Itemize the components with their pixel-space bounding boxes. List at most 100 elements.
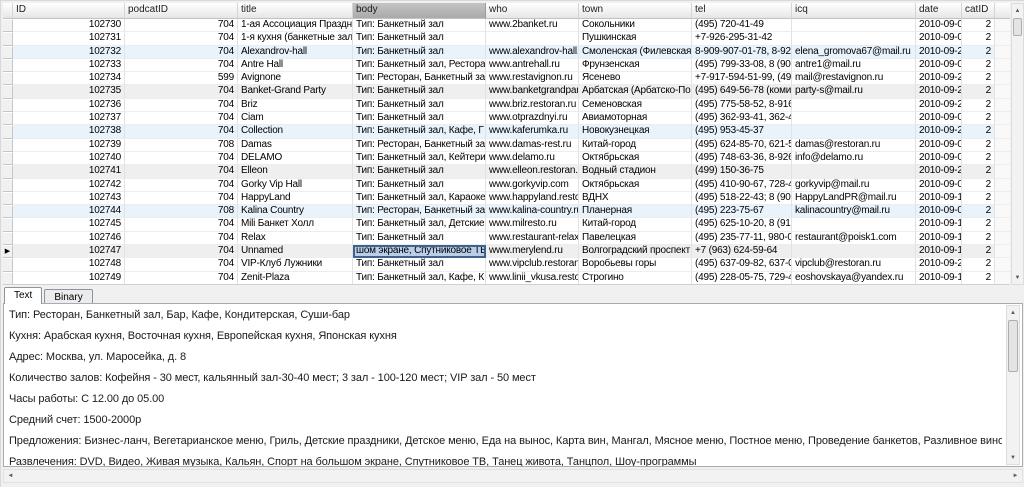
grid-cell-tel[interactable]: (495) 518-22-43; 8 (906) 066- bbox=[692, 191, 792, 206]
grid-cell-who[interactable]: www.happyland.restoran.ru bbox=[486, 191, 579, 206]
grid-cell-podcatID[interactable]: 704 bbox=[125, 125, 238, 139]
grid-cell-icq[interactable] bbox=[792, 245, 916, 259]
grid-cell-id[interactable]: 102741 bbox=[13, 165, 125, 179]
grid-cell-title[interactable]: Relax bbox=[238, 231, 353, 246]
tab-binary[interactable]: Binary bbox=[44, 289, 93, 304]
detail-text-pane[interactable]: Тип: Ресторан, Банкетный зал, Бар, Кафе,… bbox=[3, 303, 1023, 467]
row-marker[interactable] bbox=[3, 85, 13, 99]
grid-cell-title[interactable]: Ciam bbox=[238, 112, 353, 126]
grid-cell-date[interactable]: 2010-09-11 bbox=[916, 191, 962, 206]
grid-cell-date[interactable]: 2010-09-23 bbox=[916, 258, 962, 272]
grid-cell-icq[interactable]: kalinacountry@mail.ru bbox=[792, 205, 916, 219]
grid-cell-tel[interactable]: (495) 953-45-37 bbox=[692, 125, 792, 139]
grid-cell-body[interactable]: Тип: Банкетный зал bbox=[353, 112, 486, 126]
column-header-id[interactable]: ID bbox=[13, 3, 125, 19]
grid-cell-body[interactable]: Тип: Банкетный зал bbox=[353, 178, 486, 192]
grid-cell-id[interactable]: 102730 bbox=[13, 19, 125, 33]
grid-cell-icq[interactable]: HappyLandPR@mail.ru bbox=[792, 191, 916, 206]
table-row[interactable]: 102742 704 Gorky Vip Hall Тип: Банкетный за… bbox=[3, 178, 1010, 192]
grid-cell-podcatID[interactable]: 708 bbox=[125, 205, 238, 219]
grid-cell-who[interactable]: www.elleon.restoran.ru bbox=[486, 165, 579, 179]
grid-cell-podcatID[interactable]: 704 bbox=[125, 19, 238, 33]
grid-cell-title[interactable]: Antre Hall bbox=[238, 58, 353, 73]
grid-cell-title[interactable]: DELAMO bbox=[238, 151, 353, 166]
grid-cell-catID[interactable]: 2 bbox=[962, 72, 995, 86]
grid-cell-who[interactable]: www.kalina-country.ru bbox=[486, 205, 579, 219]
grid-cell-podcatID[interactable]: 708 bbox=[125, 138, 238, 152]
grid-cell-tel[interactable]: (495) 649-56-78 (комиссия аг bbox=[692, 85, 792, 99]
table-row[interactable]: 102738 704 Collection Тип: Банкетный зал, К… bbox=[3, 125, 1010, 139]
grid-cell-catID[interactable]: 2 bbox=[962, 125, 995, 139]
grid-cell-catID[interactable]: 2 bbox=[962, 191, 995, 206]
grid-cell-town[interactable]: Строгино bbox=[579, 271, 692, 284]
table-row[interactable]: 1027307041-ая Ассоциация ПраздниковТип: … bbox=[3, 19, 1010, 33]
grid-cell-town[interactable]: Октябрьская bbox=[579, 178, 692, 192]
grid-cell-title[interactable]: Banket-Grand Party bbox=[238, 85, 353, 99]
grid-cell-date[interactable]: 2010-09-02 bbox=[916, 112, 962, 126]
grid-cell-title[interactable]: Unnamed bbox=[238, 245, 353, 259]
grid-cell-who[interactable]: www.delamo.ru bbox=[486, 151, 579, 166]
grid-cell-catID[interactable]: 2 bbox=[962, 85, 995, 99]
grid-cell-town[interactable]: Октябрьская bbox=[579, 151, 692, 166]
grid-cell-catID[interactable]: 2 bbox=[962, 231, 995, 246]
grid-cell-icq[interactable]: elena_gromova67@mail.ru bbox=[792, 45, 916, 59]
table-row[interactable]: 102735 704 Banket-Grand Party Тип: Банкетны… bbox=[3, 85, 1010, 99]
text-scrollbar-thumb[interactable] bbox=[1008, 320, 1018, 372]
grid-cell-body[interactable]: Тип: Банкетный зал, Детские bbox=[353, 218, 486, 232]
grid-cell-date[interactable]: 2010-09-04 bbox=[916, 58, 962, 73]
row-marker[interactable] bbox=[3, 125, 13, 139]
grid-cell-tel[interactable]: (495) 625-10-20, 8 (915) 435- bbox=[692, 218, 792, 232]
grid-cell-title[interactable]: Kalina Country bbox=[238, 205, 353, 219]
grid-cell-podcatID[interactable]: 704 bbox=[125, 32, 238, 46]
grid-cell-tel[interactable]: 8-909-907-01-78, 8-926-229-1 bbox=[692, 45, 792, 59]
row-marker[interactable] bbox=[3, 138, 13, 152]
column-header-catID[interactable]: catID bbox=[962, 3, 995, 19]
grid-cell-town[interactable]: Смоленская (Филевская) bbox=[579, 45, 692, 59]
table-row[interactable]: 102741 704 Elleon Тип: Банкетный зал www.ell… bbox=[3, 165, 1010, 179]
grid-cell-who[interactable]: www.milresto.ru bbox=[486, 218, 579, 232]
grid-cell-body[interactable]: Тип: Банкетный зал bbox=[353, 32, 486, 46]
grid-cell-who[interactable]: www.kaferumka.ru bbox=[486, 125, 579, 139]
grid-cell-podcatID[interactable]: 704 bbox=[125, 85, 238, 99]
row-marker[interactable] bbox=[3, 191, 13, 206]
row-marker[interactable] bbox=[3, 218, 13, 232]
grid-cell-icq[interactable]: vipclub@restoran.ru bbox=[792, 258, 916, 272]
table-row[interactable]: 102748 704 VIP-Клуб Лужники Тип: Банкетный … bbox=[3, 258, 1010, 272]
grid-cell-id[interactable]: 102744 bbox=[13, 205, 125, 219]
row-marker[interactable] bbox=[3, 98, 13, 113]
grid-cell-id[interactable]: 102749 bbox=[13, 271, 125, 284]
grid-cell-title[interactable]: Gorky Vip Hall bbox=[238, 178, 353, 192]
grid-cell-podcatID[interactable]: 704 bbox=[125, 271, 238, 284]
grid-cell-title[interactable]: HappyLand bbox=[238, 191, 353, 206]
grid-cell-date[interactable]: 2010-09-21 bbox=[916, 125, 962, 139]
grid-cell-tel[interactable]: +7-917-594-51-99, (495) 427- bbox=[692, 72, 792, 86]
grid-cell-icq[interactable] bbox=[792, 19, 916, 33]
row-marker[interactable] bbox=[3, 258, 13, 272]
grid-cell-icq[interactable]: antre1@mail.ru bbox=[792, 58, 916, 73]
table-row[interactable]: 102732 704 Alexandrov-hall Тип: Банкетный з… bbox=[3, 45, 1010, 59]
grid-cell-catID[interactable]: 2 bbox=[962, 112, 995, 126]
grid-cell-town[interactable]: Павелецкая bbox=[579, 231, 692, 246]
table-row[interactable]: 102733 704 Antre Hall Тип: Банкетный зал, Р… bbox=[3, 58, 1010, 73]
grid-cell-podcatID[interactable]: 704 bbox=[125, 165, 238, 179]
table-row[interactable]: 102744 708 Kalina Country Тип: Ресторан, Ба… bbox=[3, 205, 1010, 219]
grid-cell-title[interactable]: 1-я кухня (банкетные залы н bbox=[238, 32, 353, 46]
grid-cell-id[interactable]: 102735 bbox=[13, 85, 125, 99]
grid-cell-title[interactable]: Mili Банкет Холл bbox=[238, 218, 353, 232]
grid-cell-catID[interactable]: 2 bbox=[962, 98, 995, 113]
grid-cell-date[interactable]: 2010-09-09 bbox=[916, 151, 962, 166]
grid-cell-date[interactable]: 2010-09-17 bbox=[916, 218, 962, 232]
grid-cell-podcatID[interactable]: 704 bbox=[125, 178, 238, 192]
row-marker[interactable] bbox=[3, 178, 13, 192]
grid-cell-id[interactable]: 102748 bbox=[13, 258, 125, 272]
scroll-down-icon[interactable]: ▼ bbox=[1007, 451, 1019, 464]
column-header-who[interactable]: who bbox=[486, 3, 579, 19]
grid-cell-podcatID[interactable]: 704 bbox=[125, 112, 238, 126]
grid-cell-icq[interactable]: eoshovskaya@yandex.ru bbox=[792, 271, 916, 284]
grid-cell-icq[interactable] bbox=[792, 32, 916, 46]
row-marker[interactable] bbox=[3, 112, 13, 126]
grid-cell-town[interactable]: Планерная bbox=[579, 205, 692, 219]
grid-cell-town[interactable]: Китай-город bbox=[579, 138, 692, 152]
grid-cell-body[interactable]: Тип: Банкетный зал bbox=[353, 19, 486, 33]
grid-cell-podcatID[interactable]: 704 bbox=[125, 191, 238, 206]
